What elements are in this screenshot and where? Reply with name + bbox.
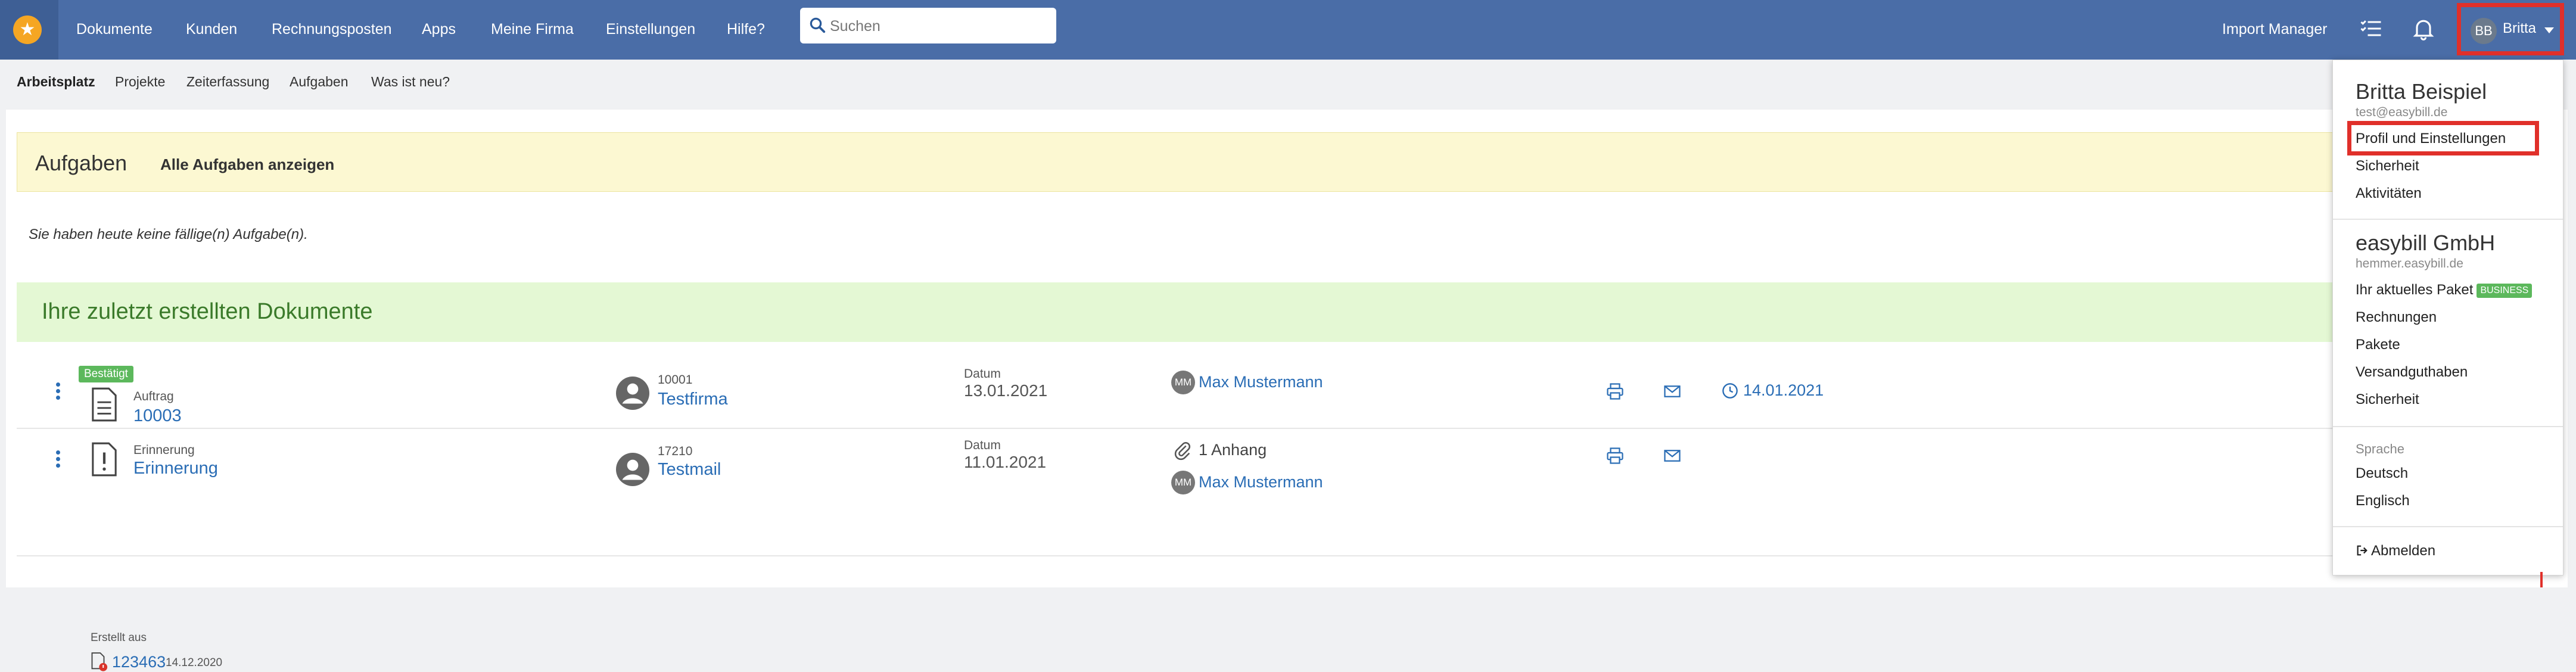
reminder-document-icon: [92, 442, 117, 477]
date-label: Datum: [964, 438, 1001, 452]
created-from-label: Erstellt aus: [91, 631, 147, 644]
source-document-icon: [91, 652, 108, 671]
table-row: Bestätigt Auftrag 10003 10001 Testfirma …: [17, 349, 2459, 429]
nav-item-hilfe[interactable]: Hilfe?: [727, 0, 765, 60]
avatar: BB: [2471, 18, 2497, 44]
document-title-link[interactable]: Erinnerung: [133, 459, 218, 478]
kebab-menu-icon[interactable]: [56, 382, 61, 402]
menu-item-versandguthaben[interactable]: Versandguthaben: [2356, 364, 2468, 381]
kebab-menu-icon[interactable]: [56, 450, 61, 470]
language-label: Sprache: [2356, 441, 2404, 456]
dropdown-user-email: test@easybill.de: [2356, 105, 2448, 119]
caret-down-icon: [2544, 27, 2554, 33]
nav-item-meine-firma[interactable]: Meine Firma: [491, 0, 574, 60]
status-badge: Bestätigt: [79, 366, 133, 382]
paperclip-icon: [1174, 442, 1190, 461]
search-icon: [810, 17, 826, 33]
dropdown-user-name: Britta Beispiel: [2356, 79, 2487, 104]
mail-icon[interactable]: [1663, 447, 1681, 465]
menu-item-deutsch[interactable]: Deutsch: [2356, 465, 2408, 482]
printer-icon[interactable]: [1606, 447, 1624, 465]
nav-item-apps[interactable]: Apps: [422, 0, 456, 60]
nav-item-rechnungsposten[interactable]: Rechnungsposten: [272, 0, 392, 60]
menu-item-englisch[interactable]: Englisch: [2356, 493, 2410, 509]
star-logo-icon: ★: [13, 15, 42, 44]
subnav-aufgaben[interactable]: Aufgaben: [290, 74, 348, 90]
assignee-link[interactable]: Max Mustermann: [1199, 373, 1323, 391]
menu-item-company-sicherheit[interactable]: Sicherheit: [2356, 391, 2419, 408]
menu-item-pakete[interactable]: Pakete: [2356, 337, 2400, 353]
bell-icon[interactable]: [2410, 15, 2437, 42]
customer-number: 17210: [658, 444, 693, 458]
tasks-title: Aufgaben: [35, 151, 127, 175]
customer-name-link[interactable]: Testfirma: [658, 390, 728, 409]
attachments-count[interactable]: 1 Anhang: [1199, 441, 1267, 459]
sub-navigation: Arbeitsplatz Projekte Zeiterfassung Aufg…: [0, 60, 2576, 107]
import-manager-link[interactable]: Import Manager: [2222, 0, 2327, 60]
customer-number: 10001: [658, 373, 693, 387]
dropdown-company-domain: hemmer.easybill.de: [2356, 257, 2463, 270]
recent-documents-header: Ihre zuletzt erstellten Dokumente: [17, 282, 2459, 342]
customer-name-link[interactable]: Testmail: [658, 460, 721, 480]
mail-icon[interactable]: [1663, 382, 1681, 400]
document-type: Auftrag: [133, 390, 174, 403]
search-box: [800, 8, 1056, 43]
table-row: Erinnerung Erinnerung 17210 Testmail Dat…: [17, 429, 2459, 671]
highlight-edge: [2540, 572, 2543, 587]
document-date: 13.01.2021: [964, 381, 1048, 400]
due-date-link[interactable]: 14.01.2021: [1743, 381, 1824, 400]
divider: [2333, 219, 2563, 220]
logout-button[interactable]: Abmelden: [2356, 543, 2435, 559]
recent-documents-title: Ihre zuletzt erstellten Dokumente: [42, 299, 373, 324]
divider: [2333, 526, 2563, 527]
task-list-icon[interactable]: [2358, 15, 2384, 42]
user-dropdown-menu: Britta Beispiel test@easybill.de Profil …: [2332, 60, 2563, 575]
document-number-link[interactable]: 10003: [133, 406, 182, 426]
tasks-header: Aufgaben Alle Aufgaben anzeigen: [17, 132, 2459, 192]
menu-item-sicherheit[interactable]: Sicherheit: [2356, 158, 2419, 175]
menu-item-profil[interactable]: Profil und Einstellungen: [2356, 130, 2506, 147]
menu-item-aktivitaeten[interactable]: Aktivitäten: [2356, 185, 2422, 202]
printer-icon[interactable]: [1606, 382, 1624, 400]
nav-item-einstellungen[interactable]: Einstellungen: [606, 0, 695, 60]
assignee-avatar: MM: [1171, 471, 1195, 494]
created-from-date: 14.12.2020: [166, 657, 223, 669]
subnav-projekte[interactable]: Projekte: [115, 74, 165, 90]
user-menu-button[interactable]: BB Britta: [2457, 3, 2564, 55]
menu-item-rechnungen[interactable]: Rechnungen: [2356, 309, 2437, 326]
assignee-avatar: MM: [1171, 371, 1195, 394]
dashboard-main: Aufgaben Alle Aufgaben anzeigen Sie habe…: [6, 110, 2568, 671]
document-date: 11.01.2021: [964, 453, 1047, 471]
search-input[interactable]: [829, 14, 1046, 39]
dropdown-company-name: easybill GmbH: [2356, 231, 2496, 255]
assignee-link[interactable]: Max Mustermann: [1199, 473, 1323, 491]
user-name: Britta: [2503, 20, 2537, 36]
nav-item-kunden[interactable]: Kunden: [186, 0, 237, 60]
subnav-was-ist-neu[interactable]: Was ist neu?: [371, 74, 450, 90]
divider: [2333, 426, 2563, 427]
no-tasks-message: Sie haben heute keine fällige(n) Aufgabe…: [29, 226, 308, 242]
subnav-arbeitsplatz[interactable]: Arbeitsplatz: [17, 74, 95, 90]
date-label: Datum: [964, 367, 1001, 381]
logout-label: Abmelden: [2371, 543, 2436, 559]
user-avatar-icon: [616, 453, 649, 486]
nav-home[interactable]: ★: [0, 0, 58, 60]
menu-item-paket[interactable]: Ihr aktuelles Paket BUSINESS: [2356, 282, 2533, 298]
package-label: Ihr aktuelles Paket: [2356, 282, 2474, 298]
package-badge: BUSINESS: [2477, 283, 2533, 298]
top-navigation: ★ Dokumente Kunden Rechnungsposten Apps …: [0, 0, 2576, 60]
document-type: Erinnerung: [133, 443, 195, 457]
document-icon: [92, 387, 117, 422]
created-from-link[interactable]: 123463: [112, 653, 166, 671]
subnav-zeiterfassung[interactable]: Zeiterfassung: [186, 74, 269, 90]
user-avatar-icon: [616, 377, 649, 410]
logout-icon: [2357, 545, 2367, 556]
nav-item-dokumente[interactable]: Dokumente: [76, 0, 153, 60]
clock-icon: [1722, 383, 1738, 399]
show-all-tasks-link[interactable]: Alle Aufgaben anzeigen: [160, 155, 334, 174]
